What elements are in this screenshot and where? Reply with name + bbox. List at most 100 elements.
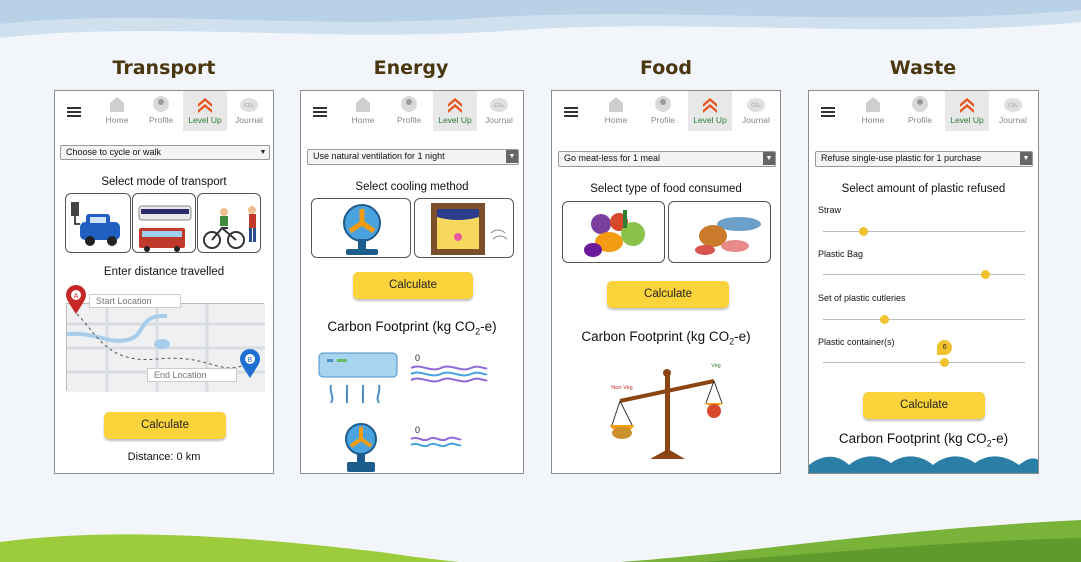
transport-title: Transport bbox=[112, 57, 216, 79]
dropdown-arrow-icon: ▼ bbox=[506, 150, 518, 163]
nav-level-up[interactable]: Level Up bbox=[945, 91, 989, 131]
waste-calculate-button[interactable]: Calculate bbox=[863, 392, 985, 419]
transport-action-select[interactable]: Choose to cycle or walk ▼ bbox=[60, 145, 270, 160]
distance-result: Distance: 0 km bbox=[127, 451, 201, 463]
svg-text:CO₂: CO₂ bbox=[1008, 103, 1017, 109]
waste-action-select[interactable]: Refuse single-use plastic for 1 purchase… bbox=[815, 151, 1033, 167]
aircon-wave-icon bbox=[410, 365, 488, 383]
nav-journal[interactable]: CO₂ Journal bbox=[477, 91, 521, 131]
transport-mode-heading: Select mode of transport bbox=[101, 176, 227, 188]
aircon-value: 0 bbox=[415, 353, 421, 363]
dropdown-arrow-icon: ▼ bbox=[1020, 152, 1032, 165]
profile-icon bbox=[912, 96, 928, 112]
slider-thumb[interactable] bbox=[879, 315, 889, 324]
home-icon bbox=[866, 97, 880, 112]
co2-cloud-icon: CO₂ bbox=[240, 98, 258, 112]
natural-ventilation-tile[interactable] bbox=[414, 198, 514, 258]
fan-result-icon bbox=[345, 423, 377, 472]
nav-home[interactable]: Home bbox=[594, 91, 638, 131]
food-screen: Home Profile Level Up CO₂ Journal Go mea… bbox=[551, 90, 781, 474]
straw-slider[interactable] bbox=[823, 227, 1025, 236]
fan-value: 0 bbox=[415, 425, 421, 435]
nav-profile[interactable]: Profile bbox=[641, 91, 685, 131]
plastic-bag-slider[interactable] bbox=[823, 270, 1025, 279]
home-icon bbox=[609, 97, 623, 112]
nav-bar: Home Profile Level Up CO₂ Journal bbox=[301, 91, 523, 131]
energy-calculate-button[interactable]: Calculate bbox=[353, 272, 473, 299]
end-marker-icon: B bbox=[240, 349, 260, 378]
meat-food-tile[interactable] bbox=[668, 201, 771, 263]
containers-label: Plastic container(s) bbox=[818, 337, 895, 347]
menu-icon[interactable] bbox=[67, 107, 81, 117]
transport-calculate-button[interactable]: Calculate bbox=[104, 412, 226, 439]
menu-icon[interactable] bbox=[313, 107, 327, 117]
distance-heading: Enter distance travelled bbox=[103, 266, 225, 278]
slider-thumb[interactable] bbox=[980, 270, 990, 279]
nav-bar: Home Profile Level Up CO₂ Journal bbox=[809, 91, 1038, 131]
nav-home[interactable]: Home bbox=[851, 91, 895, 131]
svg-text:CO₂: CO₂ bbox=[244, 103, 253, 109]
nav-bar: Home Profile Level Up CO₂ Journal bbox=[55, 91, 273, 131]
dropdown-arrow-icon: ▼ bbox=[763, 152, 775, 165]
train-bus-icon bbox=[138, 205, 192, 252]
waste-title: Waste bbox=[889, 57, 957, 79]
level-up-icon bbox=[448, 98, 462, 113]
cyclist-walker-icon bbox=[203, 206, 256, 249]
nav-home[interactable]: Home bbox=[95, 91, 139, 131]
home-icon bbox=[110, 97, 124, 112]
nav-journal[interactable]: CO₂ Journal bbox=[227, 91, 271, 131]
straw-label: Straw bbox=[818, 205, 842, 215]
nav-home[interactable]: Home bbox=[341, 91, 385, 131]
nav-level-up[interactable]: Level Up bbox=[183, 91, 227, 131]
svg-text:CO₂: CO₂ bbox=[751, 103, 760, 109]
nav-profile[interactable]: Profile bbox=[387, 91, 431, 131]
mode-cycle-walk-tile[interactable] bbox=[197, 193, 261, 253]
nav-level-up[interactable]: Level Up bbox=[433, 91, 477, 131]
cutleries-slider[interactable] bbox=[823, 315, 1025, 324]
start-marker-icon: A bbox=[66, 285, 86, 314]
energy-action-select[interactable]: Use natural ventilation for 1 night ▼ bbox=[307, 149, 519, 165]
slider-thumb[interactable] bbox=[940, 358, 950, 367]
energy-screen: Home Profile Level Up CO₂ Journal Use na… bbox=[300, 90, 524, 474]
food-calculate-button[interactable]: Calculate bbox=[607, 281, 729, 308]
profile-icon bbox=[401, 96, 417, 112]
end-location-input[interactable]: End Location bbox=[147, 368, 237, 382]
balance-scale-icon: Non-Veg Veg bbox=[610, 363, 724, 459]
sky-banner bbox=[0, 0, 1081, 60]
co2-cloud-icon: CO₂ bbox=[1004, 98, 1022, 112]
meat-icon bbox=[695, 217, 761, 255]
mode-car-tile[interactable] bbox=[65, 193, 131, 253]
food-action-select[interactable]: Go meat-less for 1 meal ▼ bbox=[558, 151, 776, 167]
svg-text:Veg: Veg bbox=[711, 363, 720, 369]
plastic-bag-label: Plastic Bag bbox=[818, 249, 864, 259]
electric-car-icon bbox=[71, 202, 120, 246]
containers-slider[interactable] bbox=[823, 358, 1025, 367]
menu-icon[interactable] bbox=[564, 107, 578, 117]
level-up-icon bbox=[960, 98, 974, 113]
start-location-input[interactable]: Start Location bbox=[89, 294, 181, 308]
nav-journal[interactable]: CO₂ Journal bbox=[991, 91, 1035, 131]
vegetarian-food-tile[interactable] bbox=[562, 201, 665, 263]
menu-icon[interactable] bbox=[821, 107, 835, 117]
ocean-wave-graphic bbox=[809, 456, 1038, 473]
home-icon bbox=[356, 97, 370, 112]
nav-profile[interactable]: Profile bbox=[139, 91, 183, 131]
nav-journal[interactable]: CO₂ Journal bbox=[734, 91, 778, 131]
window-icon bbox=[431, 203, 508, 255]
waste-carbon-heading: Carbon Footprint (kg CO2-e) bbox=[838, 431, 1009, 449]
slider-thumb[interactable] bbox=[859, 227, 869, 236]
nav-bar: Home Profile Level Up CO₂ Journal bbox=[552, 91, 780, 131]
grass-banner bbox=[0, 520, 1081, 562]
cooling-heading: Select cooling method bbox=[355, 181, 469, 193]
nav-level-up[interactable]: Level Up bbox=[688, 91, 732, 131]
co2-cloud-icon: CO₂ bbox=[747, 98, 765, 112]
level-up-icon bbox=[198, 98, 212, 113]
food-carbon-heading: Carbon Footprint (kg CO2-e) bbox=[581, 329, 751, 347]
vegetables-icon bbox=[584, 210, 645, 257]
cutleries-label: Set of plastic cutleries bbox=[818, 293, 906, 303]
nav-profile[interactable]: Profile bbox=[898, 91, 942, 131]
svg-text:A: A bbox=[74, 293, 79, 300]
mode-public-transport-tile[interactable] bbox=[132, 193, 196, 253]
profile-icon bbox=[153, 96, 169, 112]
cooling-fan-tile[interactable] bbox=[311, 198, 411, 258]
